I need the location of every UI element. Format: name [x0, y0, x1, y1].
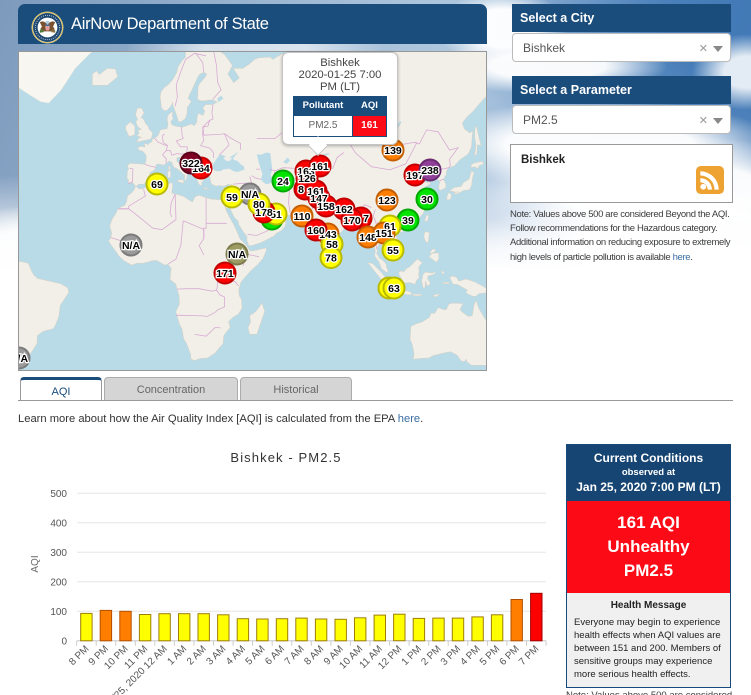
- svg-text:5 PM: 5 PM: [478, 644, 502, 668]
- svg-text:100: 100: [50, 607, 67, 618]
- svg-text:7 AM: 7 AM: [283, 644, 307, 668]
- svg-text:3 AM: 3 AM: [205, 644, 229, 668]
- svg-text:3 PM: 3 PM: [439, 644, 463, 668]
- svg-text:400: 400: [50, 518, 67, 529]
- svg-text:8 AM: 8 AM: [302, 644, 326, 668]
- svg-text:0: 0: [61, 636, 67, 647]
- svg-text:1 PM: 1 PM: [400, 644, 424, 668]
- svg-text:Bishkek - PM2.5: Bishkek - PM2.5: [230, 450, 341, 465]
- svg-text:200: 200: [50, 577, 67, 588]
- svg-text:4 PM: 4 PM: [458, 644, 482, 668]
- svg-text:2 PM: 2 PM: [419, 644, 443, 668]
- svg-text:4 AM: 4 AM: [224, 644, 248, 668]
- svg-text:AQI: AQI: [30, 555, 41, 572]
- svg-text:500: 500: [50, 489, 67, 500]
- svg-text:8 PM: 8 PM: [67, 644, 91, 668]
- svg-text:300: 300: [50, 548, 67, 559]
- svg-text:1 AM: 1 AM: [165, 644, 189, 668]
- svg-text:2 AM: 2 AM: [185, 644, 209, 668]
- svg-text:6 AM: 6 AM: [263, 644, 287, 668]
- svg-text:5 AM: 5 AM: [244, 644, 268, 668]
- svg-text:7 PM: 7 PM: [517, 644, 541, 668]
- svg-text:6 PM: 6 PM: [498, 644, 522, 668]
